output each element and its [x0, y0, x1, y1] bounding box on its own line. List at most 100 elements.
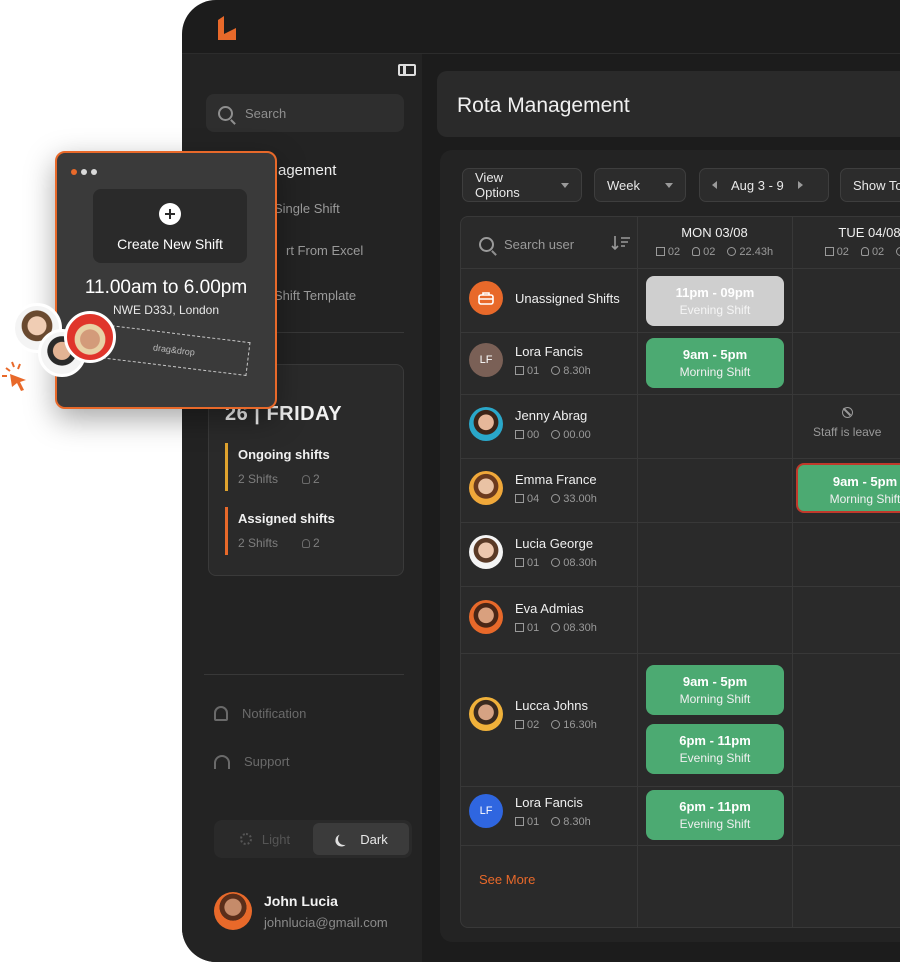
employee-row[interactable]: Emma France 04 33.00h [469, 471, 597, 505]
user-email: johnlucia@gmail.com [264, 914, 388, 930]
employee-row[interactable]: Jenny Abrag 00 00.00 [469, 407, 591, 441]
briefcase-icon [469, 281, 503, 315]
notification-link[interactable]: Notification [214, 706, 306, 721]
drag-drop-zone[interactable]: drag&drop [97, 323, 251, 377]
show-to-button[interactable]: Show To [840, 168, 900, 202]
clock-icon [551, 557, 561, 567]
clock-icon [551, 719, 561, 729]
app-window: Search agement Single Shift rt From Exce… [182, 0, 900, 962]
clock-icon [727, 247, 737, 256]
window-dots [71, 169, 97, 175]
shift-block[interactable]: 9am - 5pm Morning Shift [646, 338, 784, 388]
menu-item-import-excel[interactable]: rt From Excel [286, 243, 363, 258]
rota-panel: View Options Week Aug 3 - 9 Show To Sear… [440, 150, 900, 942]
grid-icon [515, 816, 524, 826]
avatar [469, 471, 503, 505]
avatar [214, 892, 252, 930]
employee-row[interactable]: Lucia George 01 08.30h [469, 535, 597, 569]
avatar [469, 407, 503, 441]
leave-indicator: Staff is leave [813, 407, 881, 439]
theme-dark-option[interactable]: Dark [313, 823, 409, 855]
grid-icon [515, 719, 524, 729]
moon-icon [336, 831, 352, 847]
grid-icon [515, 622, 524, 632]
menu-title: agement [278, 162, 337, 179]
bell-icon [214, 706, 228, 721]
avatar [469, 697, 503, 731]
shift-block[interactable]: 9am - 5pm Morning Shift [646, 665, 784, 715]
week-dropdown[interactable]: Week [594, 168, 686, 202]
clock-icon [551, 429, 561, 439]
ongoing-shifts-group[interactable]: Ongoing shifts 2 Shifts 2 [225, 443, 385, 491]
avatar [64, 311, 116, 363]
group-meta: 2 Shifts 2 [238, 472, 320, 486]
plus-icon [159, 203, 181, 225]
ban-icon [841, 407, 853, 418]
group-name: Ongoing shifts [238, 447, 330, 462]
divider [204, 674, 404, 675]
chevron-down-icon [561, 182, 569, 188]
clock-icon [551, 493, 561, 503]
day-header-tue: TUE 04/08 02 02 0 [792, 225, 900, 258]
employee-row-unassigned[interactable]: Unassigned Shifts [469, 281, 620, 315]
group-meta: 2 Shifts 2 [238, 536, 320, 550]
sidebar-search-input[interactable]: Search [206, 94, 404, 132]
view-options-dropdown[interactable]: View Options [462, 168, 582, 202]
user-profile[interactable]: John Lucia johnlucia@gmail.com [214, 892, 388, 930]
search-icon [479, 237, 494, 252]
clock-icon [896, 247, 900, 256]
shift-block[interactable]: 6pm - 11pm Evening Shift [646, 724, 784, 774]
date-range-picker[interactable]: Aug 3 - 9 [699, 168, 829, 202]
click-cursor-icon [2, 361, 26, 391]
theme-toggle: Light Dark [214, 820, 412, 858]
sidebar-collapse-icon[interactable] [398, 64, 416, 76]
employee-row[interactable]: Eva Admias 01 08.30h [469, 600, 597, 634]
search-icon [218, 105, 233, 121]
theme-light-option[interactable]: Light [217, 823, 313, 855]
shift-time: 11.00am to 6.00pm [84, 277, 248, 298]
user-name: John Lucia [264, 892, 338, 909]
clock-icon [551, 622, 561, 632]
menu-item-shift-template[interactable]: Shift Template [274, 288, 356, 303]
employee-row[interactable]: LF Lora Fancis 01 8.30h [469, 794, 591, 828]
employee-row[interactable]: LF Lora Fancis 01 8.30h [469, 343, 591, 377]
assigned-shifts-group[interactable]: Assigned shifts 2 Shifts 2 [225, 507, 385, 555]
shift-block-selected[interactable]: 9am - 5pm Morning Shift [796, 463, 900, 513]
sort-icon[interactable] [611, 235, 631, 251]
create-new-shift-button[interactable]: Create New Shift [93, 189, 247, 263]
support-link[interactable]: Support [214, 754, 290, 769]
shift-block[interactable]: 6pm - 11pm Evening Shift [646, 790, 784, 840]
day-header-mon: MON 03/08 02 02 22.43h [637, 225, 792, 258]
rota-grid: Search user MON 03/08 02 02 22.43h TUE 0… [460, 216, 900, 928]
menu-item-single-shift[interactable]: Single Shift [274, 201, 340, 216]
avatar [469, 600, 503, 634]
person-icon [302, 539, 311, 548]
grid-icon [515, 365, 524, 375]
top-bar [182, 0, 900, 54]
chevron-down-icon [665, 182, 673, 188]
chevron-left-icon[interactable] [712, 181, 717, 189]
headset-icon [214, 754, 230, 769]
person-icon [860, 247, 869, 256]
sun-icon [239, 833, 252, 845]
user-search-input[interactable]: Search user [479, 237, 574, 252]
grid-icon [515, 429, 524, 439]
avatar [469, 535, 503, 569]
grid-icon [655, 247, 665, 256]
person-icon [692, 247, 701, 256]
page-title: Rota Management [457, 94, 630, 117]
shift-block[interactable]: 11pm - 09pm Evening Shift [646, 276, 784, 326]
group-name: Assigned shifts [238, 511, 335, 526]
brand-logo-icon [218, 16, 236, 40]
person-icon [302, 475, 311, 484]
clock-icon [551, 365, 561, 375]
avatar: LF [469, 343, 503, 377]
grid-icon [515, 493, 524, 503]
chevron-right-icon[interactable] [797, 181, 803, 189]
page-header: Rota Management [437, 71, 900, 137]
avatar: LF [469, 794, 503, 828]
see-more-link[interactable]: See More [479, 872, 535, 887]
grid-icon [515, 557, 524, 567]
clock-icon [551, 816, 561, 826]
employee-row[interactable]: Lucca Johns 02 16.30h [469, 697, 597, 731]
